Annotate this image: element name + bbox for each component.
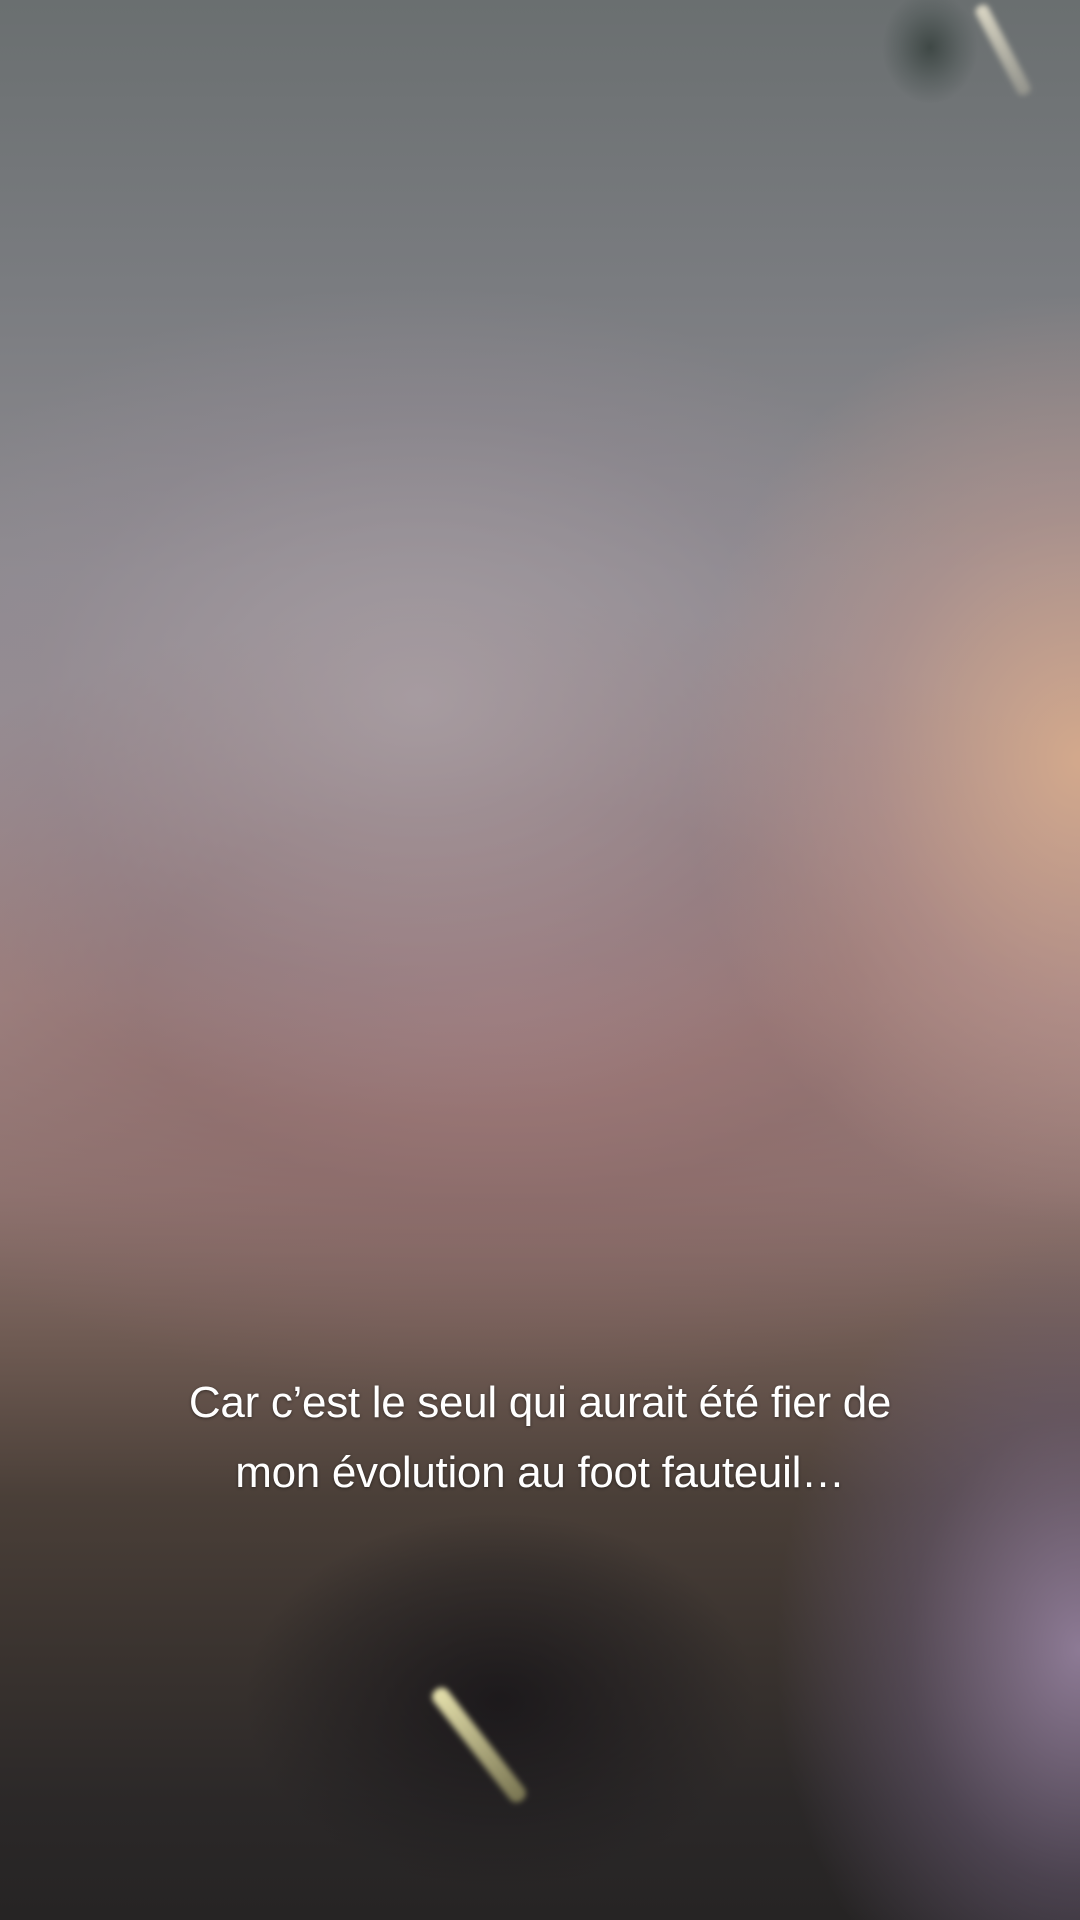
caption-line-2: mon évolution au foot fauteuil…: [235, 1448, 845, 1497]
video-caption: Car c’est le seul qui aurait été fier de…: [40, 1368, 1040, 1508]
dark-shadow-area: [200, 1480, 800, 1920]
caption-line-1: Car c’est le seul qui aurait été fier de: [188, 1378, 892, 1427]
video-frame[interactable]: Car c’est le seul qui aurait été fier de…: [0, 0, 1080, 1920]
